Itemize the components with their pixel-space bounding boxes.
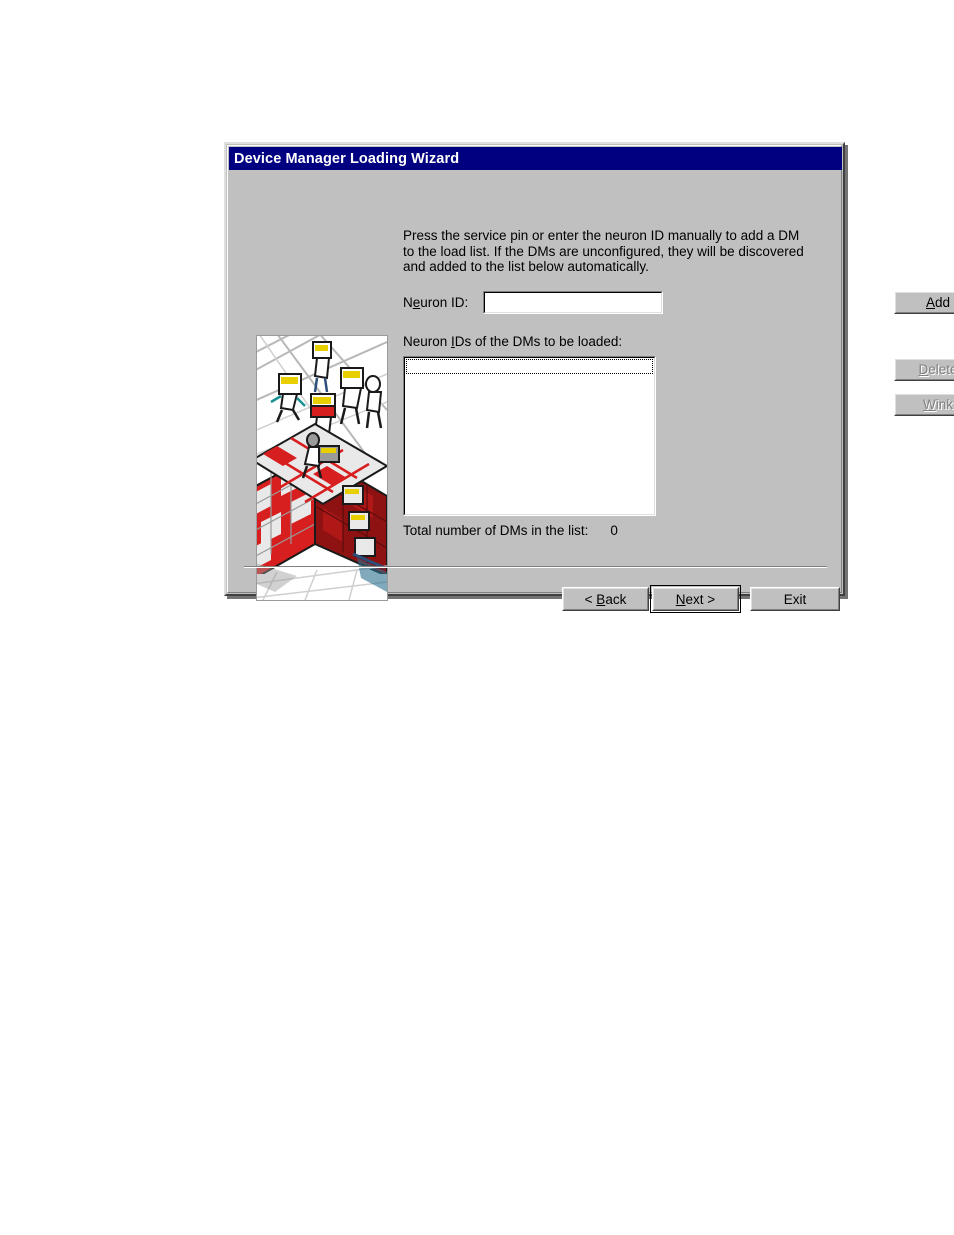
wink-button-accel: W <box>922 397 936 412</box>
neuron-list-label-prefix: Neuron <box>403 334 452 349</box>
footer-separator <box>244 566 827 568</box>
wink-button-label: Wink <box>923 397 953 412</box>
next-button-label: Next > <box>676 592 715 607</box>
window-title: Device Manager Loading Wizard <box>234 150 460 167</box>
neuron-id-label-suffix: uron ID: <box>420 295 469 310</box>
back-button-rest: ack <box>605 591 627 607</box>
total-dms-label: Total number of DMs in the list: <box>403 523 589 538</box>
back-button-prefix: < <box>584 591 597 607</box>
delete-button[interactable]: Delete <box>894 358 954 381</box>
neuron-list-label: Neuron IDs of the DMs to be loaded: <box>403 334 622 349</box>
wizard-illustration <box>256 335 388 601</box>
title-bar[interactable]: Device Manager Loading Wizard <box>229 147 842 170</box>
next-button-rest: ext > <box>685 591 716 607</box>
back-button[interactable]: < Back <box>562 587 649 611</box>
neuron-id-input[interactable] <box>484 292 662 313</box>
total-dms-row: Total number of DMs in the list: 0 <box>403 523 618 538</box>
wink-button[interactable]: Wink <box>894 393 954 416</box>
neuron-list-inner[interactable] <box>404 357 655 515</box>
dialog-window: Device Manager Loading Wizard Press the … <box>224 142 954 613</box>
neuron-list-label-suffix: Ds of the DMs to be loaded: <box>454 334 623 349</box>
wink-button-rest: ink <box>935 397 953 412</box>
add-button-label: Add <box>926 295 950 310</box>
instruction-text: Press the service pin or enter the neuro… <box>403 228 804 274</box>
neuron-id-row: Neuron ID: <box>403 291 815 315</box>
add-button-rest: dd <box>934 295 951 310</box>
neuron-id-label: Neuron ID: <box>403 295 468 310</box>
list-focus-row[interactable] <box>406 359 653 374</box>
exit-button-label: Exit <box>783 591 807 607</box>
dialog-body: Press the service pin or enter the neuro… <box>229 170 954 613</box>
neuron-id-label-prefix: N <box>403 295 413 310</box>
next-button-accel: N <box>675 591 686 607</box>
add-button[interactable]: Add <box>894 291 954 314</box>
back-button-label: < Back <box>585 592 627 607</box>
next-button[interactable]: Next > <box>650 585 741 613</box>
neuron-list-box[interactable] <box>403 356 656 516</box>
add-button-accel: A <box>925 295 935 310</box>
delete-button-label: Delete <box>918 362 954 377</box>
delete-button-accel: D <box>918 362 929 377</box>
delete-button-rest: elete <box>928 362 954 377</box>
total-dms-count: 0 <box>610 523 618 538</box>
neuron-id-input-wrapper <box>483 291 663 314</box>
exit-button[interactable]: Exit <box>750 587 840 611</box>
back-button-accel: B <box>596 591 606 607</box>
